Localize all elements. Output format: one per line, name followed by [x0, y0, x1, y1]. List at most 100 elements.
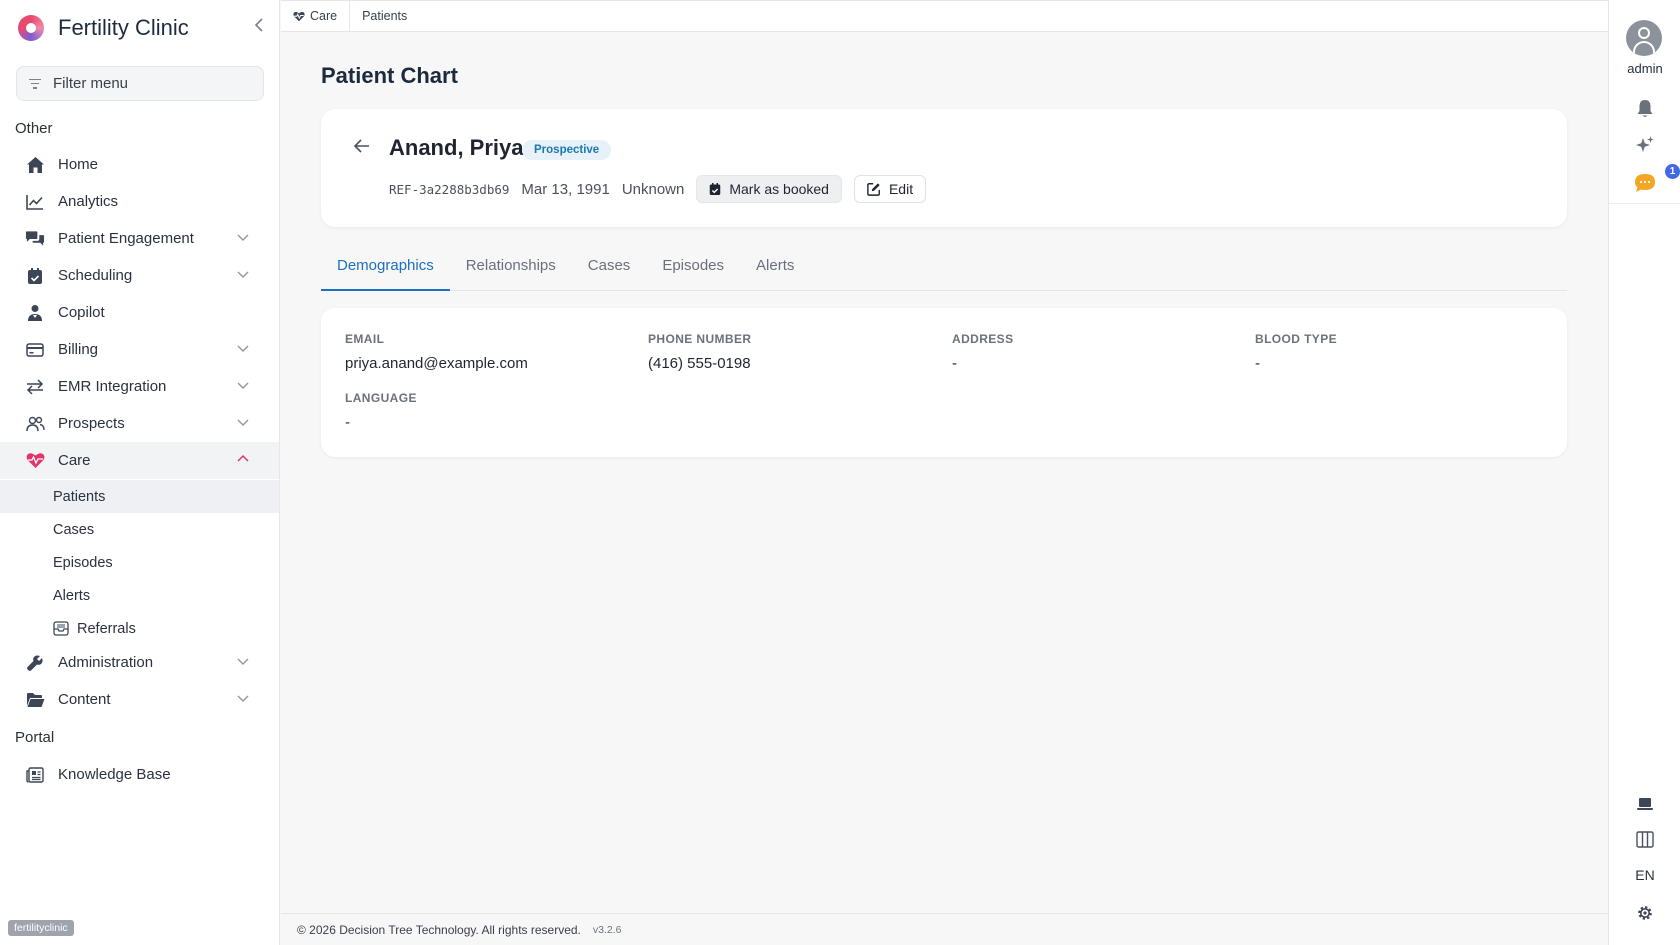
heart-pulse-icon	[25, 451, 45, 471]
breadcrumb-label: Care	[310, 9, 338, 23]
sidebar-item-scheduling[interactable]: Scheduling	[0, 257, 279, 294]
comments-icon	[25, 229, 45, 249]
ai-assistant-button[interactable]	[1633, 133, 1657, 157]
filter-menu	[16, 66, 264, 101]
breadcrumb-patients[interactable]: Patients	[350, 1, 419, 32]
sidebar-item-label: Prospects	[58, 415, 125, 432]
demographics-card: EMAIL priya.anand@example.com PHONE NUMB…	[321, 308, 1567, 457]
chevron-down-icon	[237, 271, 249, 278]
sidebar-subitem-patients[interactable]: Patients	[0, 480, 279, 513]
tab-demographics[interactable]: Demographics	[321, 250, 450, 291]
sidebar-item-knowledge-base[interactable]: Knowledge Base	[0, 756, 279, 793]
collapse-sidebar-button[interactable]	[252, 16, 266, 38]
inbox-icon	[53, 620, 70, 637]
section-label-portal: Portal	[15, 729, 55, 746]
sidebar-item-label: Content	[58, 691, 111, 708]
wrench-icon	[25, 653, 45, 673]
breadcrumb: Care Patients	[281, 0, 1608, 32]
sidebar-item-label: Patient Engagement	[58, 230, 194, 247]
arrow-left-icon	[353, 139, 369, 153]
sidebar-item-label: Knowledge Base	[58, 766, 171, 783]
chevron-up-icon	[237, 454, 249, 462]
layout-columns-button[interactable]	[1633, 827, 1657, 851]
tab-episodes[interactable]: Episodes	[646, 250, 740, 290]
sidebar-subitem-episodes[interactable]: Episodes	[0, 546, 279, 579]
field-label: LANGUAGE	[345, 391, 417, 405]
sidebar-item-copilot[interactable]: Copilot	[0, 294, 279, 331]
edit-label: Edit	[888, 181, 914, 197]
sidebar-item-label: Home	[58, 156, 99, 173]
brand[interactable]: Fertility Clinic	[18, 12, 189, 44]
field-blood-type: BLOOD TYPE -	[1255, 332, 1337, 372]
tab-cases[interactable]: Cases	[572, 250, 647, 290]
chat-button[interactable]: 1	[1633, 164, 1680, 195]
chevron-down-icon	[237, 382, 249, 389]
footer: © 2026 Decision Tree Technology. All rig…	[281, 913, 1608, 945]
field-value: (416) 555-0198	[648, 355, 751, 372]
chat-bubble-icon	[1635, 174, 1655, 192]
user-name[interactable]: admin	[1609, 61, 1680, 76]
sparkles-icon	[1636, 136, 1654, 152]
language-switch[interactable]: EN	[1609, 867, 1680, 883]
sidebar-subitem-referrals[interactable]: Referrals	[0, 612, 279, 645]
sidebar-item-emr-integration[interactable]: EMR Integration	[0, 368, 279, 405]
back-button[interactable]	[353, 137, 371, 155]
page-title: Patient Chart	[321, 63, 458, 88]
edit-icon	[867, 182, 881, 196]
sidebar-subitem-label: Referrals	[77, 620, 136, 637]
calendar-check-icon	[709, 182, 721, 196]
filter-icon	[29, 78, 41, 89]
chevron-down-icon	[237, 658, 249, 665]
filter-menu-input[interactable]	[53, 75, 243, 92]
sidebar-item-content[interactable]: Content	[0, 681, 279, 718]
field-label: PHONE NUMBER	[648, 332, 752, 346]
field-value: priya.anand@example.com	[345, 355, 528, 372]
sidebar-item-care[interactable]: Care	[0, 442, 279, 479]
patient-tabs: Demographics Relationships Cases Episode…	[321, 250, 1567, 291]
field-label: BLOOD TYPE	[1255, 332, 1338, 346]
chevron-down-icon	[237, 345, 249, 352]
sidebar: Fertility Clinic Other Home Analytics Pa…	[0, 0, 280, 945]
sidebar-subitem-alerts[interactable]: Alerts	[0, 579, 279, 612]
heart-pulse-icon	[293, 11, 305, 22]
calendar-check-icon	[25, 266, 45, 286]
clinic-logo	[18, 15, 44, 41]
users-icon	[25, 414, 45, 434]
chevron-down-icon	[237, 695, 249, 702]
field-label: EMAIL	[345, 332, 385, 346]
settings-button[interactable]	[1633, 901, 1657, 925]
sidebar-item-home[interactable]: Home	[0, 146, 279, 183]
gear-icon	[1638, 906, 1652, 920]
chevron-down-icon	[237, 419, 249, 426]
device-view-button[interactable]	[1633, 792, 1657, 816]
user-doctor-icon	[25, 303, 45, 323]
sidebar-item-label: Billing	[58, 341, 99, 358]
tab-relationships[interactable]: Relationships	[450, 250, 572, 290]
tab-alerts[interactable]: Alerts	[740, 250, 810, 290]
sidebar-item-analytics[interactable]: Analytics	[0, 183, 279, 220]
credit-card-icon	[25, 340, 45, 360]
laptop-icon	[1637, 798, 1653, 810]
sidebar-item-patient-engagement[interactable]: Patient Engagement	[0, 220, 279, 257]
sidebar-item-billing[interactable]: Billing	[0, 331, 279, 368]
newspaper-icon	[25, 765, 45, 785]
field-phone: PHONE NUMBER (416) 555-0198	[648, 332, 751, 372]
edit-button[interactable]: Edit	[853, 175, 927, 203]
avatar[interactable]	[1626, 20, 1662, 56]
field-value: -	[952, 355, 957, 372]
field-email: EMAIL priya.anand@example.com	[345, 332, 528, 372]
chevron-left-icon	[254, 18, 263, 32]
brand-name: Fertility Clinic	[58, 15, 189, 40]
user-icon-body	[1633, 41, 1655, 56]
mark-as-booked-button[interactable]: Mark as booked	[696, 175, 842, 203]
breadcrumb-care[interactable]: Care	[281, 0, 351, 32]
columns-icon	[1636, 830, 1654, 848]
sidebar-item-prospects[interactable]: Prospects	[0, 405, 279, 442]
notifications-button[interactable]	[1633, 97, 1657, 121]
sidebar-item-administration[interactable]: Administration	[0, 644, 279, 681]
mark-as-booked-label: Mark as booked	[729, 181, 829, 197]
app-version: v3.2.6	[592, 923, 622, 936]
sidebar-subitem-cases[interactable]: Cases	[0, 513, 279, 546]
section-label-other: Other	[15, 120, 53, 137]
patient-header-card: Anand, Priya Prospective REF-3a2288b3db6…	[321, 109, 1567, 227]
